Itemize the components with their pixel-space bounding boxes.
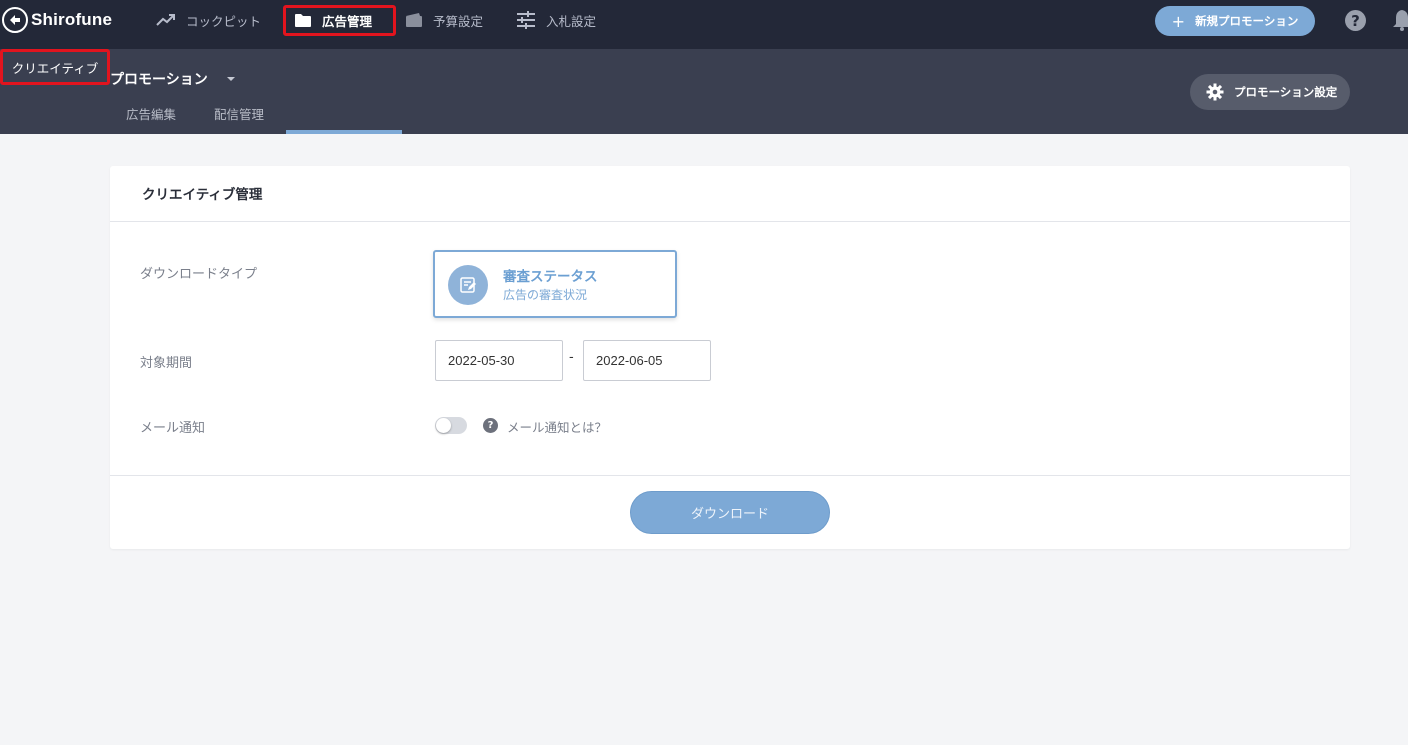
download-type-name: 審査ステータス [503,269,598,285]
download-type-description: 広告の審査状況 [503,288,588,302]
download-type-option-review-status[interactable]: 審査ステータス 広告の審査状況 [433,250,677,318]
document-edit-icon [448,265,488,305]
divider [110,221,1350,222]
gear-icon [1206,83,1224,101]
nav-bid-label: 入札設定 [546,13,597,29]
nav-budget-label: 予算設定 [433,13,484,29]
card-title: クリエイティブ管理 [142,187,263,203]
divider [110,475,1350,476]
sliders-icon [516,11,536,29]
app-logo[interactable]: Shirofune [2,7,112,33]
promotion-settings-label: プロモーション設定 [1234,85,1338,99]
promotion-title[interactable]: プロモーション [110,69,208,89]
question-icon[interactable]: ? [483,418,498,433]
active-tab-indicator [286,130,402,134]
tab-ad-edit[interactable]: 広告編集 [126,104,176,123]
period-end-input[interactable]: 2022-06-05 [583,340,711,381]
nav-cockpit[interactable]: コックピット [156,0,261,40]
promotion-subheader: プロモーション 広告編集 配信管理 クリエイティブ プロモーション設定 [0,49,1408,134]
toggle-knob [436,418,451,433]
period-start-input[interactable]: 2022-05-30 [435,340,563,381]
download-type-label: ダウンロードタイプ [140,267,258,282]
plus-icon: + [1171,11,1186,31]
tab-delivery-management[interactable]: 配信管理 [214,104,264,123]
period-separator: - [569,350,574,365]
tab-creative-label: クリエイティブ [11,60,99,76]
nav-ad-management-label: 広告管理 [322,14,373,29]
bell-icon[interactable] [1393,9,1408,35]
mail-notification-help-link[interactable]: メール通知とは？ [507,417,607,436]
nav-ad-management[interactable]: 広告管理 [283,5,396,36]
promotion-settings-button[interactable]: プロモーション設定 [1190,74,1350,110]
help-icon[interactable]: ? [1345,10,1366,31]
mail-notification-label: メール通知 [140,421,206,436]
new-promotion-label: 新規プロモーション [1195,14,1299,28]
nav-cockpit-label: コックピット [186,13,262,29]
nav-budget-settings[interactable]: 予算設定 [405,0,483,40]
wallet-icon [405,12,423,28]
creative-management-card: クリエイティブ管理 ダウンロードタイプ 審査ステータス 広告の審査状況 対象期間… [110,166,1350,549]
logo-icon [2,7,28,33]
nav-bid-settings[interactable]: 入札設定 [516,0,596,40]
period-label: 対象期間 [140,356,193,371]
new-promotion-button[interactable]: + 新規プロモーション [1155,6,1315,36]
download-button[interactable]: ダウンロード [630,491,830,534]
folder-icon [294,13,312,28]
top-navbar: Shirofune コックピット 広告管理 予算設定 入札設定 + 新規プロモー… [0,0,1408,49]
download-button-label: ダウンロード [690,507,769,522]
tab-creative[interactable]: クリエイティブ [0,49,110,85]
caret-down-icon[interactable] [227,77,235,81]
trending-up-icon [156,13,176,27]
mail-notification-toggle[interactable] [435,417,467,434]
logo-text: Shirofune [31,10,113,29]
